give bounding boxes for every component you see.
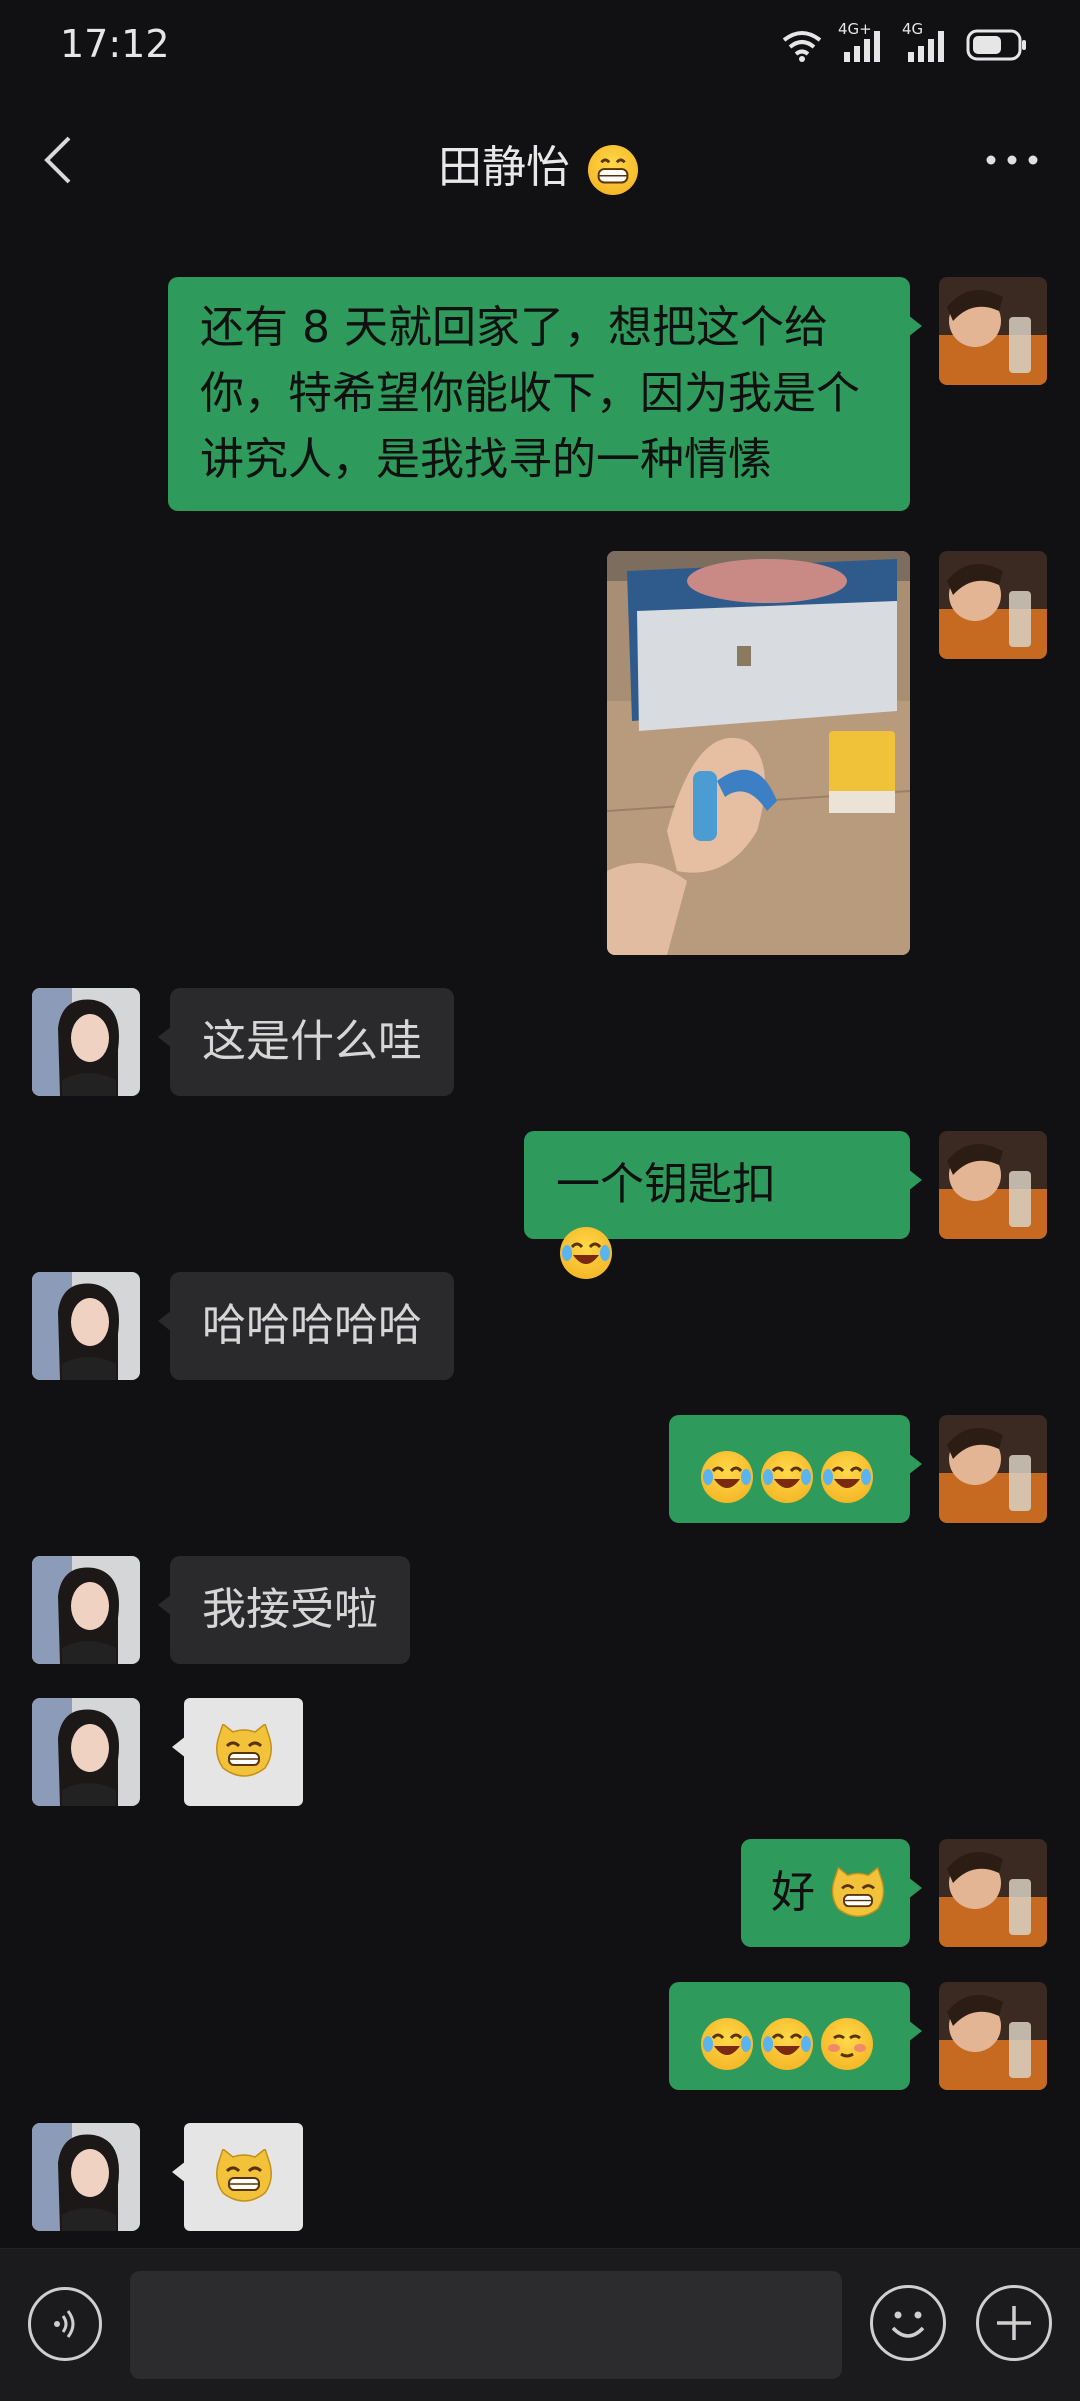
message-text: 哈哈哈哈哈: [202, 1300, 422, 1351]
sticker-message[interactable]: [172, 1698, 303, 1806]
wifi-icon: [782, 31, 822, 62]
voice-icon: [54, 2310, 75, 2338]
tears-of-joy-emoji-icon: [761, 2018, 813, 2070]
chat-header: 田静怡: [0, 95, 1080, 225]
my-avatar[interactable]: [939, 1839, 1047, 1947]
more-options-button[interactable]: [972, 125, 1052, 195]
status-time: 17:12: [60, 22, 170, 66]
contact-avatar[interactable]: [32, 988, 140, 1096]
message-bubble-sent[interactable]: 一个钥匙扣: [524, 1131, 922, 1279]
signal-2-icon: 4G: [902, 20, 952, 64]
status-icons: 4G+ 4G: [780, 20, 1028, 64]
tears-of-joy-emoji-icon: [560, 1227, 612, 1279]
cat-grin-icon: [215, 2149, 272, 2202]
signal-1-icon: 4G+: [838, 20, 888, 64]
my-avatar[interactable]: [939, 551, 1047, 659]
smiley-icon: [891, 2311, 925, 2338]
message-input[interactable]: [130, 2271, 842, 2379]
message-bubble-sent[interactable]: 好: [741, 1839, 922, 1947]
my-avatar[interactable]: [939, 1415, 1047, 1523]
message-bubble-received[interactable]: 我接受啦: [158, 1556, 410, 1664]
tears-of-joy-emoji-icon: [701, 2018, 753, 2070]
message-text: 好: [771, 1867, 815, 1918]
message-text: 一个钥匙扣: [556, 1159, 776, 1210]
status-bar: 17:12 4G+ 4G: [0, 0, 1080, 95]
my-avatar[interactable]: [939, 1982, 1047, 2090]
emoji-button[interactable]: [870, 2285, 946, 2361]
message-bubble-sent[interactable]: 还有 8 天就回家了，想把这个给你，特希望你能收下，因为我是个讲究人，是我找寻的…: [168, 277, 922, 511]
sticker-message[interactable]: [172, 2123, 303, 2231]
message-text: 还有 8 天就回家了，想把这个给你，特希望你能收下，因为我是个讲究人，是我找寻的…: [200, 302, 860, 485]
chat-title: 田静怡: [0, 131, 1080, 195]
more-dots-icon: [986, 155, 1038, 165]
more-actions-button[interactable]: [976, 2285, 1052, 2361]
contact-avatar[interactable]: [32, 1698, 140, 1806]
voice-input-button[interactable]: [28, 2287, 102, 2361]
contact-name: 田静怡: [438, 142, 570, 193]
message-text: 我接受啦: [202, 1584, 378, 1635]
battery-icon: [966, 29, 1026, 61]
message-bubble-received[interactable]: 哈哈哈哈哈: [158, 1272, 454, 1380]
photo-keychain-image: [607, 551, 910, 955]
message-bubble-sent[interactable]: [669, 1415, 922, 1523]
message-input-bar: [0, 2248, 1080, 2401]
tears-of-joy-emoji-icon: [761, 1451, 813, 1503]
blush-smile-emoji-icon: [821, 2018, 873, 2070]
message-bubble-received[interactable]: 这是什么哇: [158, 988, 454, 1096]
contact-avatar[interactable]: [32, 2123, 140, 2231]
grin-emoji-icon: [588, 145, 638, 195]
my-avatar[interactable]: [939, 277, 1047, 385]
contact-avatar[interactable]: [32, 1556, 140, 1664]
tears-of-joy-emoji-icon: [821, 1451, 873, 1503]
my-avatar[interactable]: [939, 1131, 1047, 1239]
cat-grin-icon: [215, 1724, 272, 1777]
tears-of-joy-emoji-icon: [701, 1451, 753, 1503]
message-text: 这是什么哇: [202, 1016, 422, 1067]
image-message[interactable]: [607, 551, 910, 955]
cat-grin-icon: [829, 1866, 889, 1923]
plus-icon: [997, 2306, 1031, 2340]
contact-avatar[interactable]: [32, 1272, 140, 1380]
message-bubble-sent[interactable]: [669, 1982, 922, 2090]
